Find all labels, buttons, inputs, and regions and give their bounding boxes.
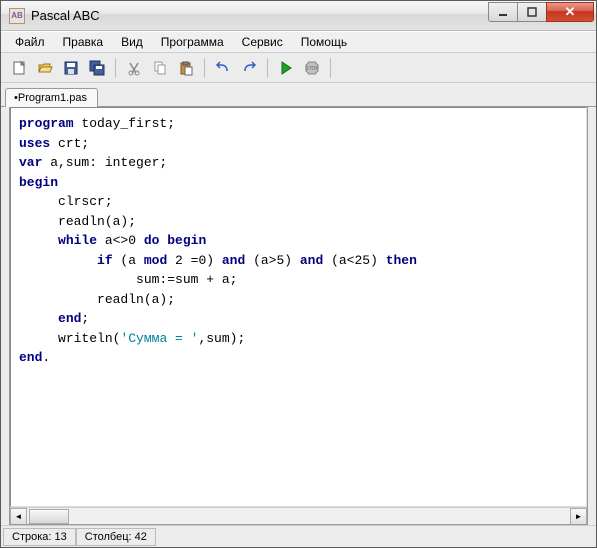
save-button[interactable] xyxy=(59,56,83,80)
close-button[interactable]: ✕ xyxy=(546,2,594,22)
status-column: Столбец: 42 xyxy=(76,528,156,546)
menu-file[interactable]: Файл xyxy=(7,33,53,51)
save-icon xyxy=(63,60,79,76)
code-line: end; xyxy=(19,309,578,329)
status-line: Строка: 13 xyxy=(3,528,76,546)
horizontal-scrollbar[interactable]: ◄ ► xyxy=(10,507,587,524)
toolbar-separator xyxy=(267,58,268,78)
app-icon: AB xyxy=(9,8,25,24)
close-icon: ✕ xyxy=(565,4,576,20)
app-window: AB Pascal ABC ✕ Файл Правка Вид Программ… xyxy=(0,0,597,548)
code-line: uses crt; xyxy=(19,134,578,154)
toolbar-separator xyxy=(115,58,116,78)
code-line: while a<>0 do begin xyxy=(19,231,578,251)
code-line: program today_first; xyxy=(19,114,578,134)
save-all-icon xyxy=(89,60,105,76)
code-line: writeln('Сумма = ',sum); xyxy=(19,329,578,349)
code-line: readln(a); xyxy=(19,290,578,310)
redo-button[interactable] xyxy=(237,56,261,80)
window-controls: ✕ xyxy=(489,2,594,22)
titlebar[interactable]: AB Pascal ABC ✕ xyxy=(1,1,596,31)
copy-button[interactable] xyxy=(148,56,172,80)
play-icon xyxy=(278,60,294,76)
menubar: Файл Правка Вид Программа Сервис Помощь xyxy=(1,31,596,53)
scroll-thumb[interactable] xyxy=(29,509,69,524)
scissors-icon xyxy=(126,60,142,76)
run-button[interactable] xyxy=(274,56,298,80)
menu-edit[interactable]: Правка xyxy=(55,33,112,51)
redo-icon xyxy=(241,60,257,76)
new-file-button[interactable] xyxy=(7,56,31,80)
code-line: end. xyxy=(19,348,578,368)
minimize-button[interactable] xyxy=(488,2,518,22)
stop-icon: STOP xyxy=(304,60,320,76)
editor-container: program today_first;uses crt;var a,sum: … xyxy=(9,107,588,525)
svg-text:STOP: STOP xyxy=(305,66,319,72)
menu-view[interactable]: Вид xyxy=(113,33,151,51)
open-file-button[interactable] xyxy=(33,56,57,80)
code-line: clrscr; xyxy=(19,192,578,212)
code-line: readln(a); xyxy=(19,212,578,232)
maximize-button[interactable] xyxy=(517,2,547,22)
code-line: sum:=sum + a; xyxy=(19,270,578,290)
toolbar-separator xyxy=(204,58,205,78)
code-line: var a,sum: integer; xyxy=(19,153,578,173)
open-folder-icon xyxy=(37,60,53,76)
new-file-icon xyxy=(11,60,27,76)
tab-program1[interactable]: •Program1.pas xyxy=(5,88,98,107)
menu-program[interactable]: Программа xyxy=(153,33,232,51)
paste-icon xyxy=(178,60,194,76)
scroll-left-button[interactable]: ◄ xyxy=(10,508,27,525)
copy-icon xyxy=(152,60,168,76)
menu-service[interactable]: Сервис xyxy=(234,33,291,51)
tab-bar: •Program1.pas xyxy=(1,83,596,107)
maximize-icon xyxy=(527,7,537,17)
stop-button[interactable]: STOP xyxy=(300,56,324,80)
undo-icon xyxy=(215,60,231,76)
cut-button[interactable] xyxy=(122,56,146,80)
save-all-button[interactable] xyxy=(85,56,109,80)
scroll-right-button[interactable]: ► xyxy=(570,508,587,525)
menu-help[interactable]: Помощь xyxy=(293,33,355,51)
toolbar-separator xyxy=(330,58,331,78)
minimize-icon xyxy=(498,7,508,17)
undo-button[interactable] xyxy=(211,56,235,80)
code-editor[interactable]: program today_first;uses crt;var a,sum: … xyxy=(10,107,587,507)
code-line: if (a mod 2 =0) and (a>5) and (a<25) the… xyxy=(19,251,578,271)
statusbar: Строка: 13 Столбец: 42 xyxy=(1,525,596,547)
window-title: Pascal ABC xyxy=(31,8,489,23)
paste-button[interactable] xyxy=(174,56,198,80)
code-line: begin xyxy=(19,173,578,193)
toolbar: STOP xyxy=(1,53,596,83)
